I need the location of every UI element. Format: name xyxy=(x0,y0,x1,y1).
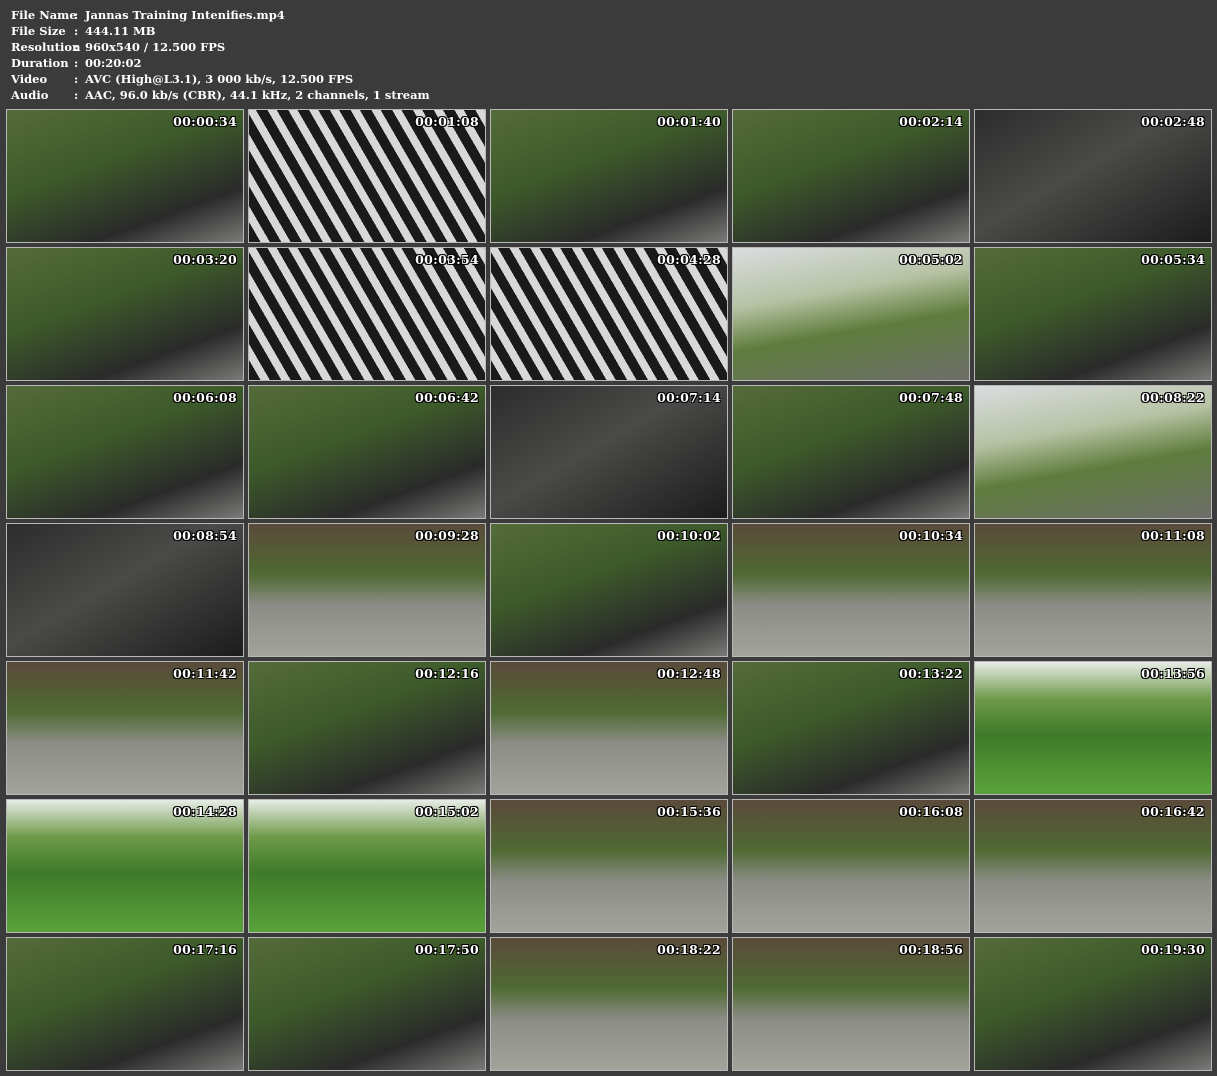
file-info-row: File Name: Jannas Training Intenifies.mp4 xyxy=(11,7,430,23)
video-thumbnail[interactable]: 00:12:16 xyxy=(248,661,486,795)
video-thumbnail[interactable]: 00:17:16 xyxy=(6,937,244,1071)
file-info-key: File Size xyxy=(11,24,66,38)
video-thumbnail[interactable]: 00:15:02 xyxy=(248,799,486,933)
thumbnail-timestamp: 00:05:34 xyxy=(1141,252,1205,267)
file-info-key: Audio xyxy=(11,88,49,102)
video-thumbnail[interactable]: 00:05:34 xyxy=(974,247,1212,381)
file-info-value: AVC (High@L3.1), 3 000 kb/s, 12.500 FPS xyxy=(85,72,354,86)
thumbnail-timestamp: 00:04:28 xyxy=(657,252,721,267)
video-thumbnail[interactable]: 00:06:08 xyxy=(6,385,244,519)
thumbnail-timestamp: 00:15:36 xyxy=(657,804,721,819)
thumbnail-timestamp: 00:18:22 xyxy=(657,942,721,957)
file-info-separator: : xyxy=(74,72,79,86)
video-thumbnail[interactable]: 00:13:22 xyxy=(732,661,970,795)
file-info-value: AAC, 96.0 kb/s (CBR), 44.1 kHz, 2 channe… xyxy=(85,88,430,102)
thumbnail-timestamp: 00:17:50 xyxy=(415,942,479,957)
thumbnail-timestamp: 00:07:48 xyxy=(899,390,963,405)
file-info-value: 444.11 MB xyxy=(85,24,156,38)
thumbnail-timestamp: 00:02:48 xyxy=(1141,114,1205,129)
file-info-key: Video xyxy=(11,72,48,86)
video-thumbnail[interactable]: 00:10:34 xyxy=(732,523,970,657)
file-info-key: Resolution xyxy=(11,40,81,54)
video-thumbnail[interactable]: 00:14:28 xyxy=(6,799,244,933)
video-thumbnail[interactable]: 00:03:54 xyxy=(248,247,486,381)
thumbnail-timestamp: 00:11:42 xyxy=(173,666,237,681)
video-thumbnail[interactable]: 00:00:34 xyxy=(6,109,244,243)
thumbnail-timestamp: 00:05:02 xyxy=(899,252,963,267)
thumbnail-timestamp: 00:19:30 xyxy=(1141,942,1205,957)
thumbnail-timestamp: 00:10:02 xyxy=(657,528,721,543)
video-thumbnail[interactable]: 00:10:02 xyxy=(490,523,728,657)
video-thumbnail[interactable]: 00:13:56 xyxy=(974,661,1212,795)
video-thumbnail[interactable]: 00:07:14 xyxy=(490,385,728,519)
thumbnail-timestamp: 00:12:16 xyxy=(415,666,479,681)
thumbnail-timestamp: 00:06:08 xyxy=(173,390,237,405)
thumbnail-timestamp: 00:12:48 xyxy=(657,666,721,681)
thumbnail-timestamp: 00:08:22 xyxy=(1141,390,1205,405)
thumbnail-timestamp: 00:11:08 xyxy=(1141,528,1205,543)
video-thumbnail[interactable]: 00:18:56 xyxy=(732,937,970,1071)
video-thumbnail[interactable]: 00:01:40 xyxy=(490,109,728,243)
thumbnail-timestamp: 00:13:56 xyxy=(1141,666,1205,681)
video-thumbnail[interactable]: 00:12:48 xyxy=(490,661,728,795)
thumbnail-timestamp: 00:09:28 xyxy=(415,528,479,543)
file-info-value: 960x540 / 12.500 FPS xyxy=(85,40,226,54)
video-thumbnail[interactable]: 00:17:50 xyxy=(248,937,486,1071)
video-thumbnail[interactable]: 00:08:54 xyxy=(6,523,244,657)
thumbnail-timestamp: 00:17:16 xyxy=(173,942,237,957)
video-thumbnail[interactable]: 00:03:20 xyxy=(6,247,244,381)
video-thumbnail[interactable]: 00:11:08 xyxy=(974,523,1212,657)
thumbnail-timestamp: 00:01:08 xyxy=(415,114,479,129)
file-info-row: Resolution:960x540 / 12.500 FPS xyxy=(11,39,430,55)
video-thumbnail[interactable]: 00:09:28 xyxy=(248,523,486,657)
file-info-row: File Size:444.11 MB xyxy=(11,23,430,39)
video-thumbnail[interactable]: 00:16:42 xyxy=(974,799,1212,933)
thumbnail-timestamp: 00:03:20 xyxy=(173,252,237,267)
thumbnail-timestamp: 00:10:34 xyxy=(899,528,963,543)
thumbnail-timestamp: 00:06:42 xyxy=(415,390,479,405)
thumbnail-timestamp: 00:00:34 xyxy=(173,114,237,129)
file-info-separator: : xyxy=(74,88,79,102)
thumbnail-timestamp: 00:07:14 xyxy=(657,390,721,405)
video-thumbnail[interactable]: 00:08:22 xyxy=(974,385,1212,519)
video-thumbnail[interactable]: 00:11:42 xyxy=(6,661,244,795)
thumbnail-timestamp: 00:15:02 xyxy=(415,804,479,819)
file-info-row: Video: AVC (High@L3.1), 3 000 kb/s, 12.50… xyxy=(11,71,430,87)
video-thumbnail[interactable]: 00:04:28 xyxy=(490,247,728,381)
thumbnail-grid: 00:00:34 00:01:08 00:01:40 00:02:14 00:02:48… xyxy=(6,109,1213,1071)
file-info-row: Duration:00:20:02 xyxy=(11,55,430,71)
video-thumbnail[interactable]: 00:02:14 xyxy=(732,109,970,243)
file-info-key: File Name xyxy=(11,8,77,22)
thumbnail-timestamp: 00:16:42 xyxy=(1141,804,1205,819)
video-thumbnail[interactable]: 00:05:02 xyxy=(732,247,970,381)
file-info-panel: File Name: Jannas Training Intenifies.mp4… xyxy=(11,7,430,103)
thumbnail-timestamp: 00:03:54 xyxy=(415,252,479,267)
file-info-value: Jannas Training Intenifies.mp4 xyxy=(85,8,285,22)
video-thumbnail[interactable]: 00:19:30 xyxy=(974,937,1212,1071)
thumbnail-timestamp: 00:08:54 xyxy=(173,528,237,543)
file-info-row: Audio: AAC, 96.0 kb/s (CBR), 44.1 kHz, 2 … xyxy=(11,87,430,103)
thumbnail-timestamp: 00:18:56 xyxy=(899,942,963,957)
thumbnail-timestamp: 00:16:08 xyxy=(899,804,963,819)
video-thumbnail[interactable]: 00:02:48 xyxy=(974,109,1212,243)
file-info-separator: : xyxy=(74,8,79,22)
file-info-separator: : xyxy=(74,24,79,38)
file-info-value: 00:20:02 xyxy=(85,56,142,70)
video-thumbnail[interactable]: 00:16:08 xyxy=(732,799,970,933)
video-thumbnail[interactable]: 00:15:36 xyxy=(490,799,728,933)
video-thumbnail[interactable]: 00:18:22 xyxy=(490,937,728,1071)
thumbnail-timestamp: 00:01:40 xyxy=(657,114,721,129)
video-thumbnail[interactable]: 00:06:42 xyxy=(248,385,486,519)
thumbnail-timestamp: 00:02:14 xyxy=(899,114,963,129)
file-info-key: Duration xyxy=(11,56,69,70)
thumbnail-timestamp: 00:14:28 xyxy=(173,804,237,819)
file-info-separator: : xyxy=(74,40,79,54)
thumbnail-timestamp: 00:13:22 xyxy=(899,666,963,681)
video-thumbnail[interactable]: 00:01:08 xyxy=(248,109,486,243)
file-info-separator: : xyxy=(74,56,79,70)
video-thumbnail[interactable]: 00:07:48 xyxy=(732,385,970,519)
